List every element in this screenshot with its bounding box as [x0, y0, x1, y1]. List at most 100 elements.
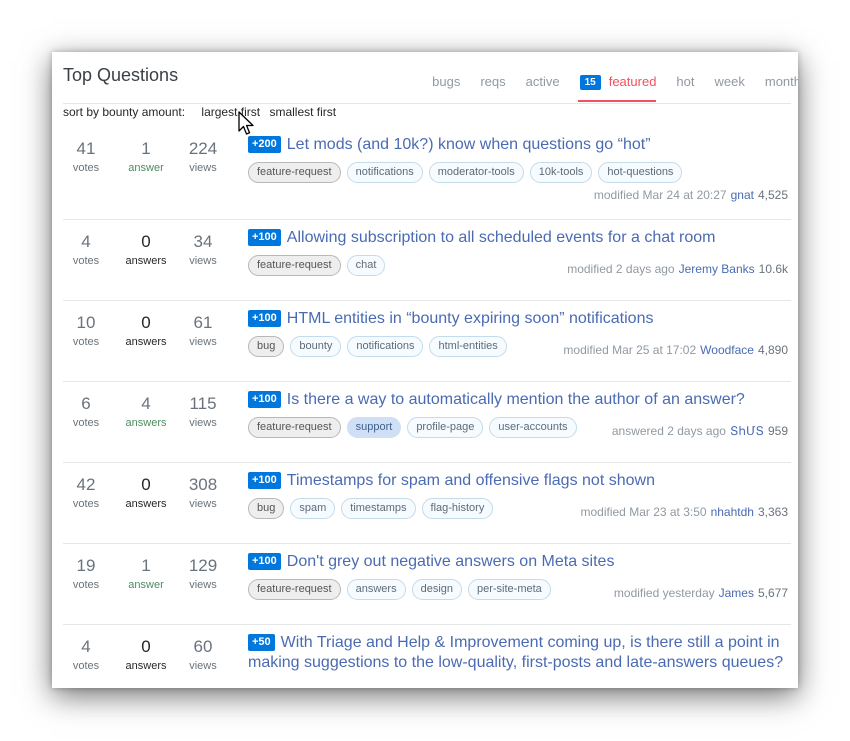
question-title-link[interactable]: +100 Allowing subscription to all schedul…: [248, 228, 788, 248]
question-title[interactable]: Timestamps for spam and offensive flags …: [287, 472, 655, 489]
views-stat: 129 views: [183, 556, 223, 591]
reputation: 5,677: [757, 586, 788, 600]
answer-count: 0: [141, 637, 151, 656]
view-count: 60: [193, 637, 213, 656]
tag-notifications[interactable]: notifications: [346, 162, 423, 183]
question-row: 19 votes 1 answer 129 views +100 Don't gr…: [63, 544, 791, 625]
view-count: 308: [188, 475, 218, 494]
tag-support[interactable]: support: [346, 417, 402, 438]
tab-reqs[interactable]: reqs: [480, 74, 505, 101]
tag-bug[interactable]: bug: [248, 498, 285, 519]
tag-html-entities[interactable]: html-entities: [429, 336, 507, 357]
tab-hot[interactable]: hot: [676, 74, 694, 101]
question-meta: modified Mar 25 at 17:02 Woodface 4,890: [563, 343, 788, 357]
tag-feature-request[interactable]: feature-request: [248, 255, 341, 276]
tag-feature-request[interactable]: feature-request: [248, 417, 341, 438]
question-meta: modified Mar 24 at 20:27 gnat 4,525: [594, 188, 788, 202]
tab-bugs[interactable]: bugs: [432, 74, 460, 101]
view-count: 115: [189, 394, 217, 413]
bounty-badge: +100: [248, 310, 281, 327]
question-row: 6 votes 4 answers 115 views +100 Is there…: [63, 382, 791, 463]
vote-count: 6: [81, 394, 91, 413]
question-stats: 10 votes 0 answers 61 views: [63, 313, 223, 348]
question-title-link[interactable]: +200 Let mods (and 10k?) know when questi…: [248, 135, 788, 155]
tag-design[interactable]: design: [411, 579, 462, 600]
user-link[interactable]: nhahtdh: [711, 505, 754, 519]
votes-stat: 10 votes: [63, 313, 109, 348]
tag-list: feature-request notifications moderator-to…: [248, 162, 788, 183]
votes-stat: 41 votes: [63, 139, 109, 174]
bounty-badge: +100: [248, 391, 281, 408]
question-row: 4 votes 0 answers 60 views +50 With Triag…: [63, 625, 791, 688]
user-link[interactable]: ՏհՄՏ: [730, 424, 764, 438]
tag-timestamps[interactable]: timestamps: [341, 498, 416, 519]
vote-count: 10: [76, 313, 96, 332]
question-meta: modified yesterday James 5,677: [614, 586, 788, 600]
votes-stat: 4 votes: [63, 637, 109, 672]
tab-featured[interactable]: featured: [577, 74, 656, 102]
answer-count: 0: [141, 475, 151, 494]
question-summary: +200 Let mods (and 10k?) know when questi…: [248, 135, 788, 202]
tag-flag-history[interactable]: flag-history: [421, 498, 494, 519]
tab-active[interactable]: active: [526, 74, 560, 101]
tag-per-site-meta[interactable]: per-site-meta: [468, 579, 551, 600]
question-title[interactable]: Allowing subscription to all scheduled e…: [287, 229, 716, 246]
question-stats: 6 votes 4 answers 115 views: [63, 394, 223, 429]
vote-count: 41: [76, 139, 96, 158]
question-title-link[interactable]: +50 With Triage and Help & Improvement co…: [248, 633, 788, 673]
answers-label: answers: [125, 336, 167, 348]
answers-stat: 0 answers: [109, 313, 183, 348]
answer-count: 1: [141, 556, 151, 575]
tag-feature-request[interactable]: feature-request: [248, 162, 341, 183]
question-title-link[interactable]: +100 HTML entities in “bounty expiring so…: [248, 309, 788, 329]
tab-month[interactable]: month: [765, 74, 798, 101]
tag-user-accounts[interactable]: user-accounts: [489, 417, 577, 438]
tab-week[interactable]: week: [715, 74, 745, 101]
views-label: views: [189, 255, 217, 267]
question-title[interactable]: With Triage and Help & Improvement comin…: [248, 634, 783, 671]
question-title[interactable]: HTML entities in “bounty expiring soon” …: [287, 310, 654, 327]
tag-chat[interactable]: chat: [346, 255, 386, 276]
tag-bounty[interactable]: bounty: [290, 336, 342, 357]
question-summary: +100 Don't grey out negative answers on M…: [248, 552, 788, 600]
user-link[interactable]: Jeremy Banks: [679, 262, 755, 276]
question-title[interactable]: Is there a way to automatically mention …: [287, 391, 745, 408]
tag-notifications[interactable]: notifications: [347, 336, 424, 357]
tag-feature-request[interactable]: feature-request: [248, 579, 341, 600]
tag-answers[interactable]: answers: [346, 579, 406, 600]
tag-bug[interactable]: bug: [248, 336, 285, 357]
question-title-link[interactable]: +100 Timestamps for spam and offensive fl…: [248, 471, 788, 491]
tag-moderator-tools[interactable]: moderator-tools: [428, 162, 524, 183]
views-stat: 308 views: [183, 475, 223, 510]
views-stat: 34 views: [183, 232, 223, 267]
user-link[interactable]: James: [719, 586, 754, 600]
question-stats: 41 votes 1 answer 224 views: [63, 139, 223, 174]
votes-label: votes: [72, 498, 100, 510]
question-title[interactable]: Let mods (and 10k?) know when questions …: [287, 136, 651, 153]
question-title-link[interactable]: +100 Is there a way to automatically ment…: [248, 390, 788, 410]
answers-label: answer: [128, 162, 164, 174]
reputation: 10.6k: [758, 262, 788, 276]
votes-label: votes: [72, 660, 100, 672]
question-title-link[interactable]: +100 Don't grey out negative answers on M…: [248, 552, 788, 572]
tag-hot-questions[interactable]: hot-questions: [598, 162, 683, 183]
votes-label: votes: [72, 417, 100, 429]
votes-stat: 4 votes: [63, 232, 109, 267]
views-label: views: [189, 660, 217, 672]
view-count: 129: [188, 556, 218, 575]
user-link[interactable]: Woodface: [700, 343, 754, 357]
question-stats: 19 votes 1 answer 129 views: [63, 556, 223, 591]
user-link[interactable]: gnat: [731, 188, 754, 202]
views-label: views: [189, 579, 217, 591]
reputation: 3,363: [757, 505, 788, 519]
question-title[interactable]: Don't grey out negative answers on Meta …: [287, 553, 615, 570]
tag-10k-tools[interactable]: 10k-tools: [529, 162, 593, 183]
votes-label: votes: [72, 579, 100, 591]
question-stats: 4 votes 0 answers 60 views: [63, 637, 223, 672]
activity-text: modified yesterday: [613, 586, 715, 600]
answer-count: 4: [141, 394, 151, 413]
tag-spam[interactable]: spam: [290, 498, 336, 519]
tag-profile-page[interactable]: profile-page: [407, 417, 484, 438]
sort-smallest-first-link[interactable]: smallest first: [269, 105, 336, 119]
votes-stat: 19 votes: [63, 556, 109, 591]
